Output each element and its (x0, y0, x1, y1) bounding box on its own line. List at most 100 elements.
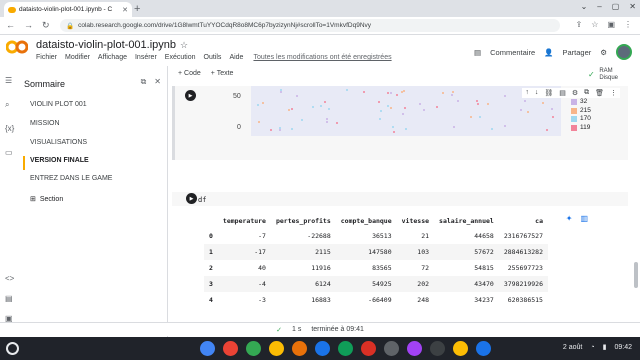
settings-gear-icon[interactable]: ⚙ (572, 89, 578, 97)
run-cell-button[interactable]: ▶ (185, 90, 196, 101)
scatter-point (379, 109, 382, 112)
system-tray[interactable]: 2 août ◔ ▮ 09:42 (562, 343, 632, 352)
close-tab-icon[interactable]: ✕ (122, 6, 128, 14)
open-tab-icon[interactable]: ⧉ (141, 77, 147, 87)
vertical-scrollbar[interactable] (634, 262, 638, 288)
link-icon[interactable]: ⛓ (544, 89, 553, 97)
minimize-icon[interactable]: – (597, 2, 601, 11)
drive-app-icon[interactable] (269, 341, 284, 356)
more-icon[interactable]: ⋮ (610, 89, 617, 97)
add-section-button[interactable]: ⊞ Section (30, 195, 63, 204)
nav-buttons: ← → ↻ (6, 20, 50, 31)
forward-icon[interactable]: → (24, 20, 33, 31)
notebook-main: + Code + Texte ✓ RAM Disque ▶ 50 0 32 21… (168, 66, 640, 337)
variables-icon[interactable]: {x} (5, 124, 14, 133)
menu-kebab-icon[interactable]: ⋮ (624, 20, 632, 29)
menu-view[interactable]: Affichage (98, 54, 127, 61)
scatter-point (336, 121, 339, 124)
toc-item-visualisations[interactable]: VISUALISATIONS (30, 139, 87, 146)
menu-runtime[interactable]: Exécution (165, 54, 196, 61)
menu-insert[interactable]: Insérer (135, 54, 157, 61)
resource-indicator[interactable]: ✓ RAM Disque (588, 68, 618, 82)
close-window-icon[interactable]: ✕ (629, 2, 636, 11)
menu-edit[interactable]: Modifier (65, 54, 90, 61)
maximize-icon[interactable]: ▢ (612, 2, 620, 11)
add-text-button[interactable]: + Texte (211, 70, 234, 77)
menu-hamburger-icon[interactable]: ☰ (5, 76, 12, 85)
add-section-icon: ⊞ (30, 196, 36, 203)
notebook-title-text[interactable]: dataisto-violin-plot-001.ipynb (36, 39, 176, 51)
comment-icon[interactable]: ▤ (559, 89, 566, 97)
share-button[interactable]: Partager (562, 48, 591, 57)
move-down-icon[interactable]: ↓ (535, 89, 539, 97)
shelf-date: 2 août (562, 343, 583, 351)
menu-tools[interactable]: Outils (204, 54, 222, 61)
colab-app-icon[interactable] (292, 341, 307, 356)
mirror-cell-icon[interactable]: ⧉ (584, 89, 589, 97)
sheets-app-icon[interactable] (338, 341, 353, 356)
table-cell: -22688 (307, 232, 331, 240)
toc-item-violin-plot[interactable]: VIOLIN PLOT 001 (30, 101, 87, 108)
table-row: 4 -3 16883 -66409 248 34237 620386515 (204, 292, 548, 308)
settings-gear-icon[interactable]: ⚙ (600, 48, 607, 57)
chart-icon[interactable]: ▥ (580, 214, 588, 223)
photos-app-icon[interactable] (407, 341, 422, 356)
command-palette-icon[interactable]: ▤ (5, 294, 13, 303)
launcher-icon[interactable] (6, 342, 19, 355)
toc-item-entrez-dans-le-game[interactable]: ENTREZ DANS LE GAME (30, 175, 112, 182)
table-cell: 103 (396, 244, 435, 260)
magic-wand-icon[interactable]: ✦ (566, 214, 573, 223)
chrome-app-icon[interactable] (200, 341, 215, 356)
scatter-point (404, 127, 407, 130)
terminal-app-icon[interactable] (430, 341, 445, 356)
toc-item-version-finale[interactable]: VERSION FINALE (30, 157, 89, 164)
comment-icon[interactable]: ▤ (474, 48, 481, 57)
address-bar[interactable]: 🔒 colab.research.google.com/drive/1G8lwm… (60, 19, 560, 32)
code-snippets-icon[interactable]: <> (5, 274, 14, 283)
keep-app-icon[interactable] (453, 341, 468, 356)
docs-app-icon[interactable] (315, 341, 330, 356)
row-index: 2 (209, 264, 213, 272)
scatter-point (326, 120, 328, 123)
add-code-button[interactable]: + Code (178, 70, 201, 77)
close-icon[interactable]: ✕ (154, 77, 161, 87)
table-cell: 54815 (474, 264, 494, 272)
colab-logo-icon[interactable] (6, 40, 28, 54)
meet-app-icon[interactable] (246, 341, 261, 356)
delete-icon[interactable]: 🗑 (595, 89, 604, 97)
comment-button[interactable]: Commentaire (490, 48, 535, 57)
new-tab-button[interactable]: + (134, 3, 140, 15)
cell-code-text[interactable]: df (198, 196, 206, 204)
avatar[interactable] (616, 44, 632, 60)
exec-duration: 1 s (291, 326, 302, 333)
star-icon[interactable]: ☆ (180, 40, 188, 51)
run-cell-button[interactable]: ▶ (186, 193, 197, 204)
menu-help[interactable]: Aide (229, 54, 243, 61)
share-page-icon[interactable]: ⇪ (576, 20, 583, 29)
chevron-down-icon[interactable]: ⌄ (581, 2, 588, 11)
code-cell-df[interactable]: ▶ (172, 192, 628, 206)
youtube-app-icon[interactable] (361, 341, 376, 356)
saved-status[interactable]: Toutes les modifications ont été enregis… (253, 54, 391, 61)
y-tick-label: 50 (233, 93, 241, 100)
gmail-app-icon[interactable] (223, 341, 238, 356)
lock-icon: 🔒 (66, 22, 75, 30)
folder-icon[interactable]: ▭ (5, 148, 13, 157)
legend-entry: 170 (571, 115, 591, 124)
scatter-point (520, 108, 523, 111)
column-header: temperature (222, 217, 266, 225)
share-user-icon[interactable]: 👤 (544, 48, 553, 57)
table-cell: 147580 (335, 244, 397, 260)
search-icon[interactable]: ⌕ (5, 100, 9, 110)
toc-item-mission[interactable]: MISSION (30, 120, 60, 127)
back-icon[interactable]: ← (6, 20, 15, 31)
notebook-title[interactable]: dataisto-violin-plot-001.ipynb ☆ (36, 39, 188, 51)
extensions-icon[interactable]: ▣ (607, 20, 615, 29)
browser-tab[interactable]: dataisto-violin-plot-001.ipynb - C ✕ (4, 2, 132, 17)
reload-icon[interactable]: ↻ (42, 20, 50, 31)
menu-file[interactable]: Fichier (36, 54, 57, 61)
star-icon[interactable]: ☆ (591, 20, 598, 29)
move-up-icon[interactable]: ↑ (525, 89, 529, 97)
files-app-icon[interactable] (384, 341, 399, 356)
calendar-app-icon[interactable] (476, 341, 491, 356)
